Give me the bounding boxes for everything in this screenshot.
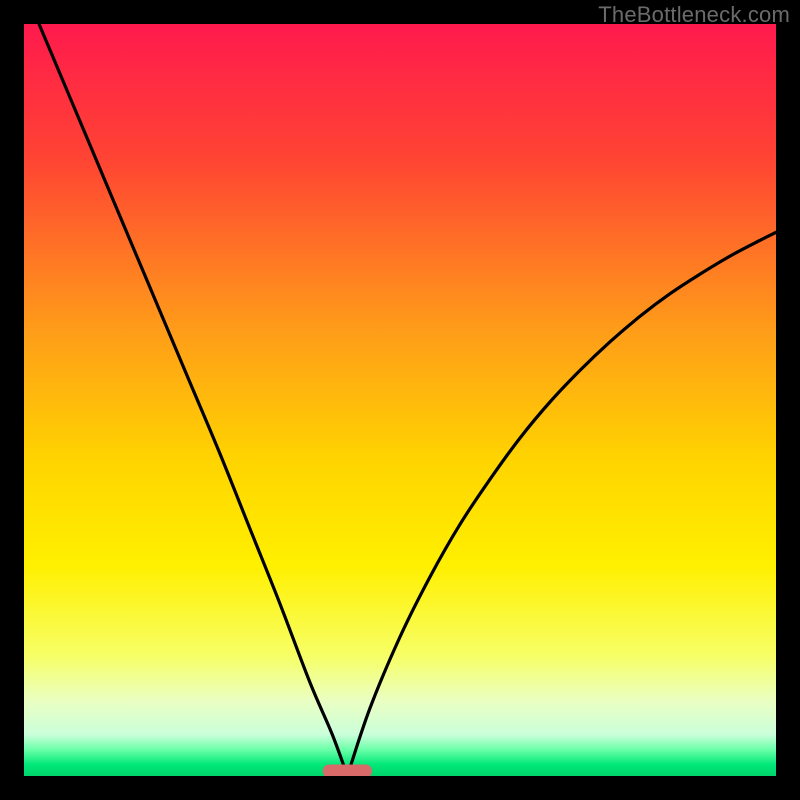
minimum-marker: [323, 764, 372, 776]
bottleneck-chart: [24, 24, 776, 776]
gradient-background: [24, 24, 776, 776]
chart-frame: [24, 24, 776, 776]
